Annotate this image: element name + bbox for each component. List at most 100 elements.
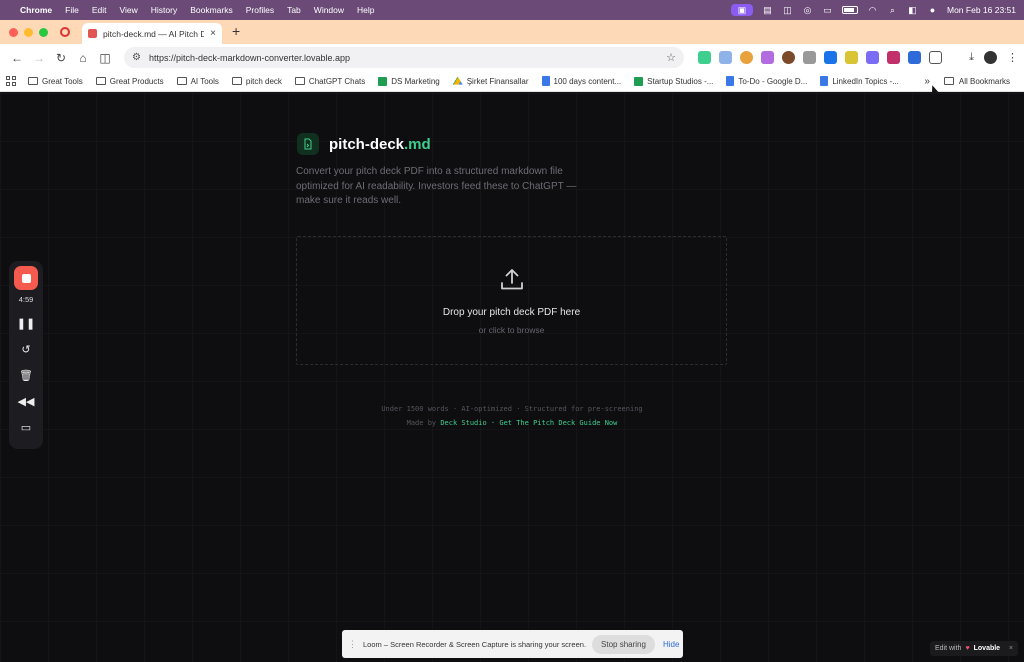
footer-separator: · <box>486 419 500 427</box>
extension-icon[interactable] <box>719 51 732 64</box>
status-app-icon[interactable]: ◎ <box>802 5 813 15</box>
extension-icon[interactable] <box>740 51 753 64</box>
sheets-icon <box>634 76 644 86</box>
bookmark-item[interactable]: Şirket Finansallar <box>452 76 529 86</box>
pitch-deck-guide-link[interactable]: Get The Pitch Deck Guide Now <box>499 419 617 427</box>
all-bookmarks-button[interactable]: All Bookmarks <box>943 77 1010 86</box>
menu-window[interactable]: Window <box>314 5 344 15</box>
app-title-extension: .md <box>404 135 431 153</box>
loom-recorder-panel: 4:59 ❚❚ ↺ 🗑 ◀◀ ▭ <box>9 261 43 449</box>
markdown-file-icon <box>297 133 319 155</box>
site-info-icon[interactable]: ⚙ <box>132 52 141 63</box>
folder-icon <box>294 77 305 85</box>
profile-avatar[interactable] <box>984 51 997 64</box>
battery-icon[interactable] <box>842 6 858 14</box>
browser-toolbar: ← → ↻ ⌂ ◫ ⚙ https://pitch-deck-markdown-… <box>0 44 1024 71</box>
upload-icon <box>500 269 523 290</box>
tagline: Convert your pitch deck PDF into a struc… <box>296 166 577 206</box>
extension-icon[interactable] <box>845 51 858 64</box>
menu-tab[interactable]: Tab <box>287 5 301 15</box>
menubar-clock[interactable]: Mon Feb 16 23:51 <box>947 5 1016 15</box>
bookmark-item[interactable]: LinkedIn Topics -... <box>820 76 899 86</box>
restart-icon[interactable]: ↺ <box>21 342 30 356</box>
app-logo: pitch-deck.md <box>297 133 431 155</box>
app-title: pitch-deck.md <box>329 135 431 153</box>
status-app-icon[interactable]: ▤ <box>762 5 773 15</box>
extension-icon[interactable] <box>887 51 900 64</box>
bookmark-item[interactable]: Great Tools <box>28 77 83 86</box>
siri-icon[interactable]: ● <box>927 5 938 15</box>
menu-file[interactable]: File <box>65 5 79 15</box>
download-icon[interactable]: ⤓ <box>969 51 974 64</box>
feature-summary: Under 1500 words · AI-optimized · Struct… <box>381 405 643 413</box>
hide-button[interactable]: Hide <box>663 640 679 649</box>
status-app-icon[interactable]: ▭ <box>822 5 833 15</box>
screen-recording-icon[interactable]: ▣ <box>731 4 753 16</box>
pdf-dropzone[interactable]: Drop your pitch deck PDF here or click t… <box>296 236 727 365</box>
control-center-icon[interactable]: ◧ <box>907 5 918 15</box>
extension-icon[interactable] <box>782 51 795 64</box>
rewind-icon[interactable]: ◀◀ <box>18 394 35 408</box>
back-arrow-icon[interactable]: ← <box>6 48 28 68</box>
menu-view[interactable]: View <box>119 5 137 15</box>
extension-icon[interactable] <box>908 51 921 64</box>
menu-bookmarks[interactable]: Bookmarks <box>190 5 233 15</box>
edit-with-lovable-badge[interactable]: Edit with ♥ Lovable × <box>930 641 1018 656</box>
home-icon[interactable]: ⌂ <box>72 48 94 68</box>
deck-studio-link[interactable]: Deck Studio <box>440 419 486 427</box>
more-menu-icon[interactable]: ⋮ <box>1007 51 1018 64</box>
pause-icon[interactable]: ❚❚ <box>17 316 35 330</box>
folder-icon <box>231 77 242 85</box>
footer-credits: Made by Deck Studio · Get The Pitch Deck… <box>406 419 618 427</box>
tab-pitch-deck[interactable]: pitch-deck.md — AI Pitch De × <box>82 23 222 44</box>
camera-extension-icon[interactable] <box>803 51 816 64</box>
wifi-icon[interactable]: ◠ <box>867 5 878 15</box>
recording-timer: 4:59 <box>18 295 34 304</box>
trash-icon[interactable]: 🗑 <box>19 368 33 382</box>
bookmark-item[interactable]: AI Tools <box>176 77 219 86</box>
zoom-window-button[interactable] <box>39 28 48 37</box>
new-tab-button[interactable]: + <box>232 23 240 39</box>
menu-history[interactable]: History <box>151 5 177 15</box>
more-bookmarks-chevron-icon[interactable]: » <box>924 76 930 87</box>
bookmark-item[interactable]: pitch deck <box>231 77 282 86</box>
address-bar[interactable]: ⚙ https://pitch-deck-markdown-converter.… <box>124 47 684 68</box>
forward-arrow-icon[interactable]: → <box>28 48 50 68</box>
extension-icon[interactable] <box>824 51 837 64</box>
folder-icon <box>28 77 38 85</box>
menu-help[interactable]: Help <box>357 5 374 15</box>
close-window-button[interactable] <box>9 28 18 37</box>
reload-icon[interactable]: ↻ <box>50 48 72 68</box>
dropzone-browse-hint[interactable]: or click to browse <box>479 325 545 335</box>
bookmark-item[interactable]: DS Marketing <box>378 76 440 86</box>
spotlight-search-icon[interactable]: ⌕ <box>887 5 898 15</box>
macos-menubar: Chrome File Edit View History Bookmarks … <box>0 0 1024 20</box>
bookmark-item[interactable]: Great Products <box>95 77 164 86</box>
menu-app-chrome[interactable]: Chrome <box>20 5 52 15</box>
close-badge-icon[interactable]: × <box>1009 645 1013 652</box>
side-panel-icon[interactable]: ◫ <box>94 48 116 68</box>
menu-edit[interactable]: Edit <box>92 5 107 15</box>
extension-icon[interactable] <box>761 51 774 64</box>
extensions-puzzle-icon[interactable] <box>929 51 942 64</box>
extension-icon[interactable] <box>698 51 711 64</box>
lovable-heart-icon: ♥ <box>965 645 970 652</box>
stop-sharing-button[interactable]: Stop sharing <box>592 634 655 654</box>
stop-recording-button[interactable] <box>14 266 38 290</box>
status-app-icon[interactable]: ◫ <box>782 5 793 15</box>
menu-profiles[interactable]: Profiles <box>246 5 274 15</box>
bookmark-star-icon[interactable]: ☆ <box>666 51 676 64</box>
bookmark-item[interactable]: To-Do - Google D... <box>726 76 807 86</box>
menubar-status-area: ▣ ▤ ◫ ◎ ▭ ◠ ⌕ ◧ ● Mon Feb 16 23:51 <box>731 4 1016 16</box>
bookmark-item[interactable]: 100 days content... <box>541 76 621 86</box>
sharing-message: Loom – Screen Recorder & Screen Capture … <box>363 639 587 649</box>
url-text[interactable]: https://pitch-deck-markdown-converter.lo… <box>149 53 658 63</box>
apps-grid-icon[interactable] <box>6 76 16 86</box>
extension-icon[interactable] <box>866 51 879 64</box>
bookmark-item[interactable]: ChatGPT Chats <box>294 77 365 86</box>
tab-close-icon[interactable]: × <box>210 28 216 39</box>
minimize-window-button[interactable] <box>24 28 33 37</box>
bookmark-item[interactable]: Startup Studios -... <box>634 76 713 86</box>
drag-handle-icon[interactable]: ⋮ <box>348 639 357 650</box>
camera-icon[interactable]: ▭ <box>21 420 31 434</box>
